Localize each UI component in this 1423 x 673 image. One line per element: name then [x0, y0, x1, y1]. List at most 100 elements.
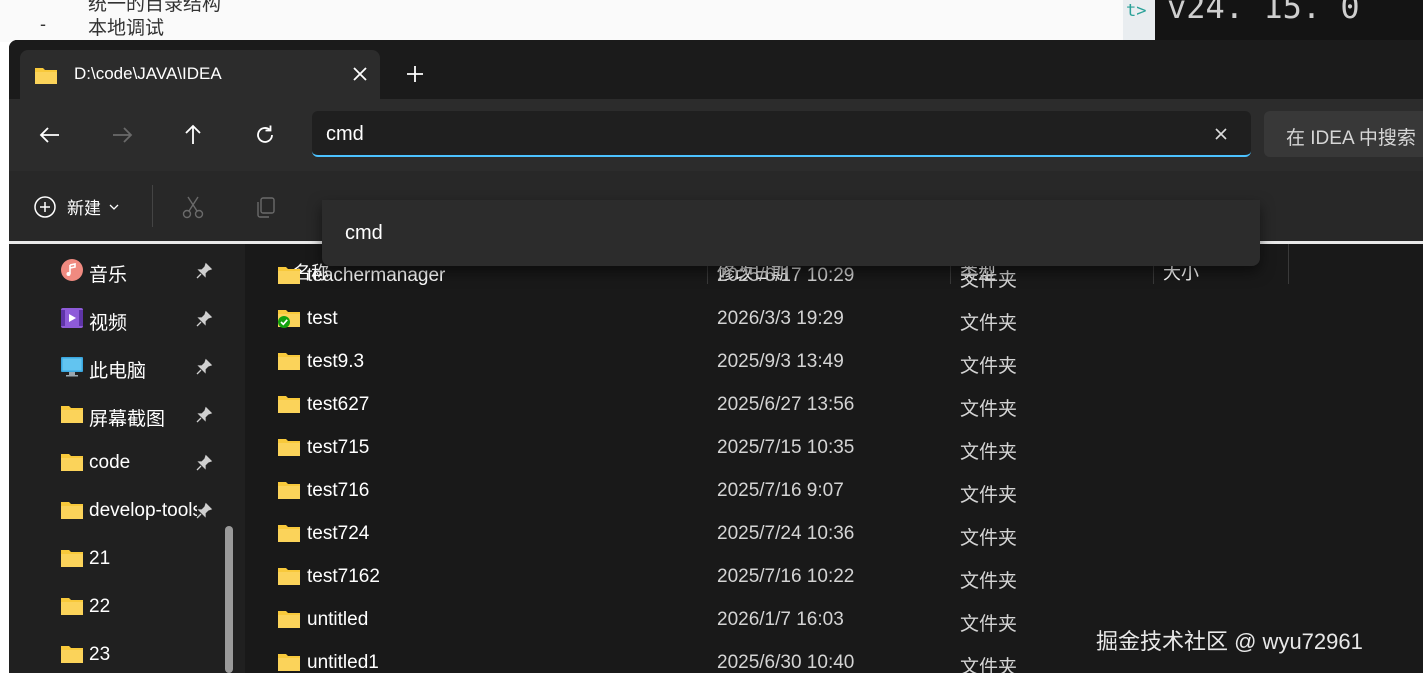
file-date: 2025/6/27 13:56 [717, 394, 855, 415]
computer-icon [61, 357, 83, 377]
tab-current-folder[interactable]: D:\code\JAVA\IDEA [20, 50, 380, 99]
close-icon[interactable] [346, 60, 374, 88]
copy-icon[interactable] [252, 193, 280, 221]
pin-icon[interactable] [195, 454, 213, 472]
sidebar-item-22[interactable]: 22 [9, 584, 245, 628]
folder-icon [35, 68, 57, 84]
table-row[interactable]: test716 2025/7/16 9:07 文件夹 [245, 468, 1423, 511]
sidebar-item-develop-tools[interactable]: develop-tools [9, 488, 245, 532]
sidebar-item-label: 视频 [89, 313, 128, 334]
pin-icon[interactable] [195, 262, 213, 280]
folder-icon [278, 482, 300, 499]
file-type: 文件夹 [960, 571, 1018, 592]
arrow-left-icon [39, 127, 59, 143]
pin-icon[interactable] [195, 358, 213, 376]
file-type: 文件夹 [960, 356, 1018, 377]
file-type: 文件夹 [960, 614, 1018, 635]
folder-icon [278, 439, 300, 456]
folder-icon [61, 598, 83, 615]
background-bullet: - [40, 14, 46, 34]
sidebar-item-23[interactable]: 23 [9, 632, 245, 673]
file-date: 2025/7/24 10:36 [717, 523, 855, 544]
sidebar-item-videos[interactable]: 视频 [9, 296, 245, 340]
pin-icon[interactable] [195, 310, 213, 328]
table-row[interactable]: test715 2025/7/15 10:35 文件夹 [245, 425, 1423, 468]
table-row[interactable]: test7162 2025/7/16 10:22 文件夹 [245, 554, 1423, 597]
folder-icon [278, 525, 300, 542]
sidebar-item-21[interactable]: 21 [9, 536, 245, 580]
file-type: 文件夹 [960, 313, 1018, 334]
folder-icon [278, 568, 300, 585]
file-name: test [307, 308, 338, 329]
file-type: 文件夹 [960, 485, 1018, 506]
file-date: 2025/7/16 10:22 [717, 566, 855, 587]
file-name: test715 [307, 437, 370, 458]
sidebar-item-label: 21 [89, 548, 111, 569]
arrow-up-icon [185, 124, 201, 144]
folder-icon [278, 396, 300, 413]
folder-icon [61, 406, 83, 423]
address-input[interactable] [326, 119, 1186, 149]
file-explorer-window: D:\code\JAVA\IDEA 在 IDEA 中搜索 新建 [9, 40, 1423, 673]
sidebar-item-code[interactable]: code [9, 440, 245, 484]
pin-icon[interactable] [195, 502, 213, 520]
tab-title: D:\code\JAVA\IDEA [74, 64, 222, 83]
refresh-icon [257, 125, 273, 143]
chevron-down-icon [109, 204, 119, 210]
new-tab-plus-icon[interactable] [401, 60, 429, 88]
file-name: untitled1 [307, 652, 379, 673]
music-icon [61, 259, 83, 281]
file-list: 名称 修改日期 类型 大小 teachermanager 2025/6/17 1… [245, 241, 1423, 673]
file-date: 2026/3/3 19:29 [717, 308, 844, 329]
file-type: 文件夹 [960, 442, 1018, 463]
background-document: 统一的目录结构 - 本地调试 [0, 0, 1123, 42]
folder-icon [61, 502, 83, 519]
background-terminal-text: v24. 15. 0 [1167, 0, 1360, 26]
suggestion-item[interactable]: cmd [345, 222, 383, 245]
arrow-right-icon [113, 127, 133, 143]
forward-button[interactable] [104, 117, 140, 153]
video-icon [61, 308, 83, 328]
new-button-label: 新建 [67, 199, 101, 218]
table-row[interactable]: test9.3 2025/9/3 13:49 文件夹 [245, 339, 1423, 382]
toolbar-divider [152, 185, 153, 227]
file-name: test724 [307, 523, 370, 544]
sidebar-item-this-pc[interactable]: 此电脑 [9, 344, 245, 388]
clear-icon[interactable] [1208, 121, 1234, 147]
address-suggestion-dropdown: cmd [322, 200, 1260, 266]
file-date: 2025/7/15 10:35 [717, 437, 855, 458]
folder-icon [61, 646, 83, 663]
back-button[interactable] [32, 117, 68, 153]
file-name: test716 [307, 480, 370, 501]
folder-search-placeholder: 在 IDEA 中搜索 [1286, 128, 1416, 149]
sidebar-item-label: 22 [89, 596, 111, 617]
new-button[interactable]: 新建 [33, 194, 119, 219]
file-name: test9.3 [307, 351, 365, 372]
cut-icon[interactable] [179, 193, 207, 221]
background-doc-line: 本地调试 [88, 18, 165, 39]
plus-circle-icon [34, 195, 56, 218]
folder-search-box[interactable]: 在 IDEA 中搜索 [1264, 111, 1423, 157]
file-date: 2025/9/3 13:49 [717, 351, 844, 372]
folder-icon [61, 454, 83, 471]
refresh-button[interactable] [247, 117, 283, 153]
pin-icon[interactable] [195, 406, 213, 424]
sidebar-scrollbar[interactable] [225, 526, 233, 673]
file-date: 2025/7/16 9:07 [717, 480, 844, 501]
sidebar-item-music[interactable]: 音乐 [9, 248, 245, 292]
folder-icon [278, 267, 300, 284]
background-side-glyph: t> [1126, 1, 1147, 21]
sidebar-item-screenshots[interactable]: 屏幕截图 [9, 392, 245, 436]
sidebar-item-label: 此电脑 [89, 361, 147, 382]
file-date: 2025/6/30 10:40 [717, 652, 855, 673]
table-row[interactable]: test627 2025/6/27 13:56 文件夹 [245, 382, 1423, 425]
file-date: 2025/6/17 10:29 [717, 265, 855, 286]
up-button[interactable] [175, 117, 211, 153]
table-row[interactable]: test724 2025/7/24 10:36 文件夹 [245, 511, 1423, 554]
address-bar[interactable] [312, 111, 1251, 157]
table-row[interactable]: test 2026/3/3 19:29 文件夹 [245, 296, 1423, 339]
file-type: 文件夹 [960, 657, 1018, 673]
file-type: 文件夹 [960, 270, 1018, 291]
sidebar-item-label: code [89, 452, 131, 473]
folder-icon [278, 611, 300, 628]
